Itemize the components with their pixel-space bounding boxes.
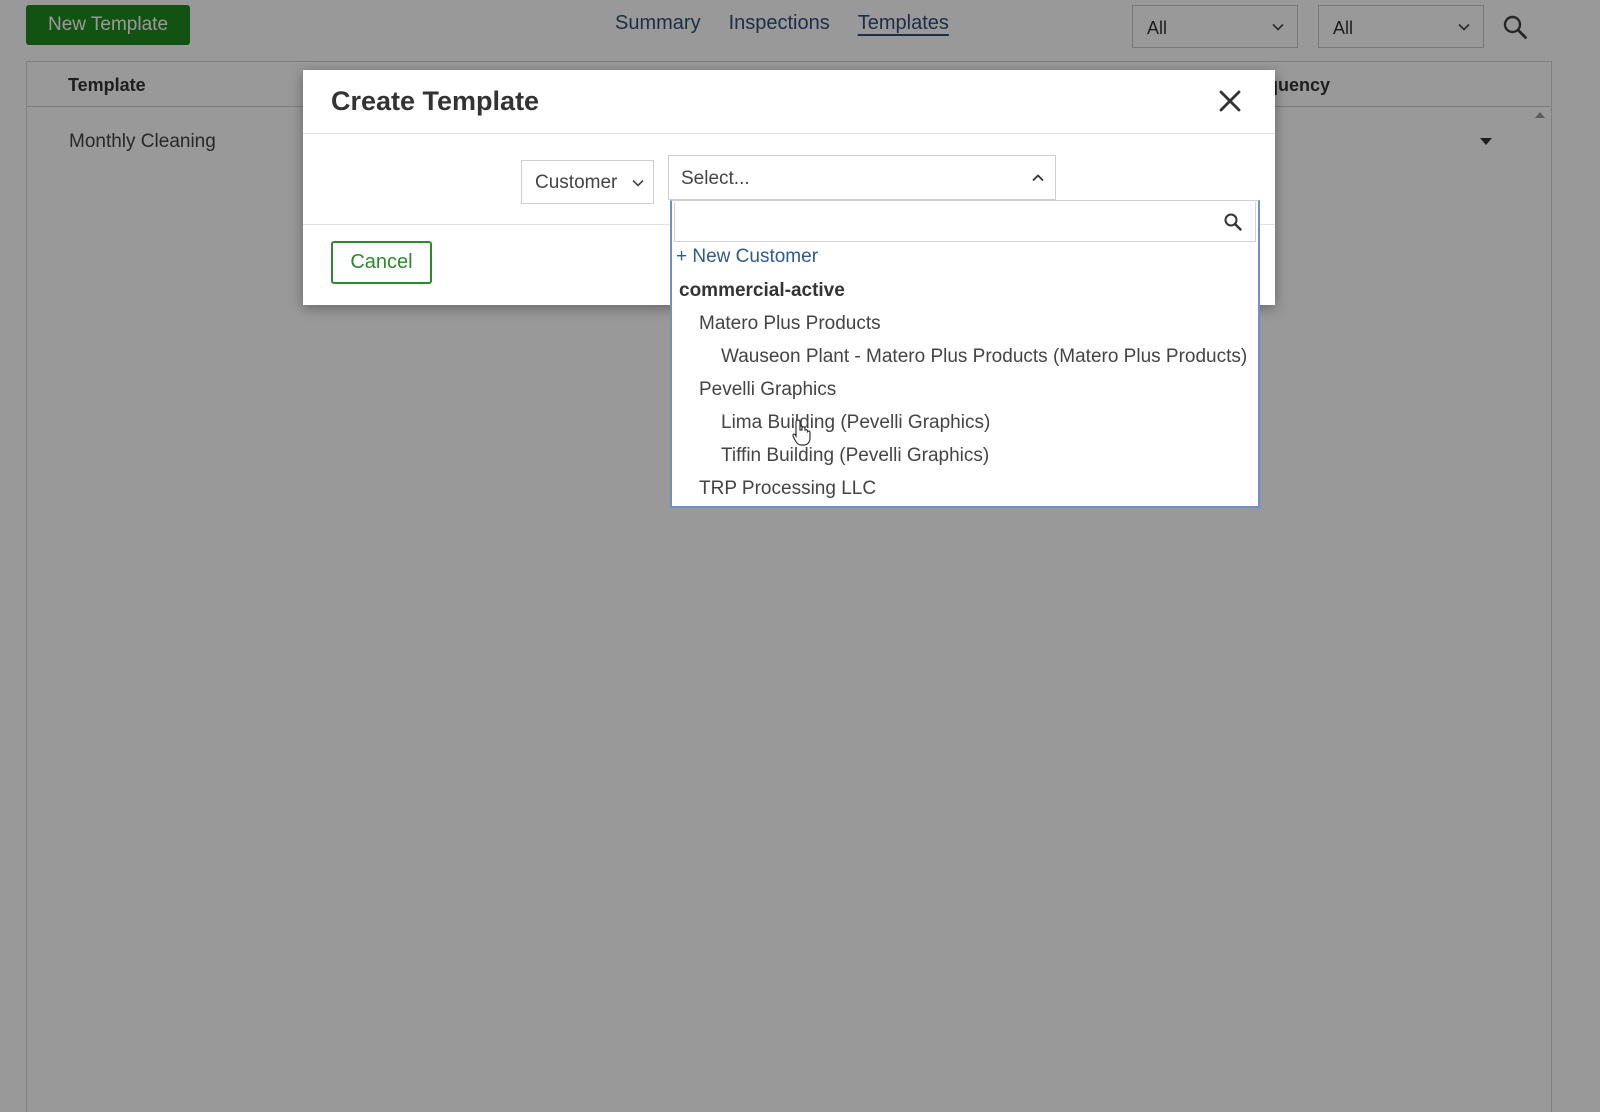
list-item[interactable]: Matero Plus Products xyxy=(699,313,881,335)
option-group-label: commercial-active xyxy=(679,280,845,301)
close-icon[interactable] xyxy=(1217,88,1243,114)
customer-select-placeholder: Select... xyxy=(681,168,750,189)
dropdown-search xyxy=(674,202,1256,242)
template-type-select[interactable]: Customer xyxy=(521,160,654,204)
cancel-button[interactable]: Cancel xyxy=(331,241,432,284)
search-icon xyxy=(1224,213,1242,231)
hand-cursor-icon xyxy=(792,419,811,446)
list-item[interactable]: Pevelli Graphics xyxy=(699,379,836,401)
modal-title: Create Template xyxy=(331,86,540,116)
new-customer-option[interactable]: + New Customer xyxy=(676,246,818,268)
template-type-value: Customer xyxy=(535,172,618,193)
list-item[interactable]: Tiffin Building (Pevelli Graphics) xyxy=(721,445,989,467)
dropdown-search-input[interactable] xyxy=(675,202,1255,241)
list-item[interactable]: Lima Building (Pevelli Graphics) xyxy=(721,412,990,434)
chevron-up-icon xyxy=(1032,174,1044,182)
list-item[interactable]: TRP Processing LLC xyxy=(699,478,876,500)
customer-dropdown: + New Customer commercial-active Matero … xyxy=(670,200,1260,508)
modal-header: Create Template xyxy=(303,70,1275,134)
customer-select[interactable]: Select... xyxy=(668,155,1056,200)
chevron-down-icon xyxy=(632,179,644,187)
list-item[interactable]: Wauseon Plant - Matero Plus Products (Ma… xyxy=(721,346,1247,368)
